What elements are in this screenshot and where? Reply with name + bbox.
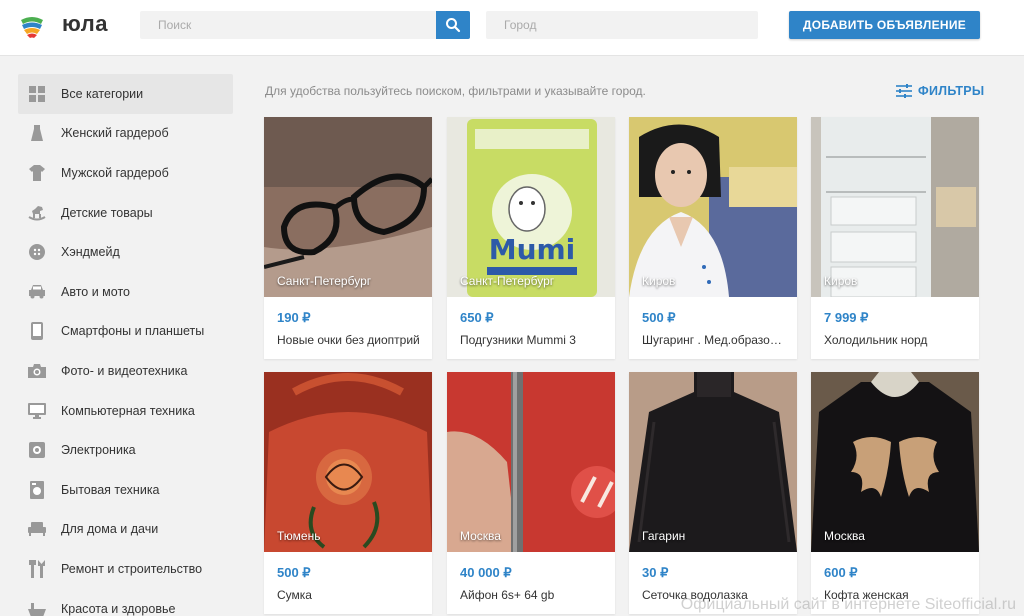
category-handmade[interactable]: Хэндмейд bbox=[18, 232, 233, 272]
logo-text[interactable]: юла bbox=[62, 11, 108, 37]
category-label: Электроника bbox=[61, 443, 136, 458]
search-bar bbox=[140, 11, 470, 39]
listing-city: Киров bbox=[824, 274, 858, 288]
logo-icon[interactable] bbox=[18, 11, 46, 39]
listing-price: 650 ₽ bbox=[460, 310, 494, 325]
monitor-icon bbox=[28, 402, 46, 420]
listing-price: 500 ₽ bbox=[642, 310, 676, 325]
rocking-horse-icon bbox=[28, 204, 46, 222]
top-header: юла ДОБАВИТЬ ОБЪЯВЛЕНИЕ bbox=[0, 0, 1024, 56]
grid-icon bbox=[28, 85, 46, 103]
listing-card[interactable]: Киров 500 ₽ Шугаринг . Мед.образование bbox=[629, 117, 797, 359]
listing-card[interactable]: Москва 600 ₽ Кофта женская bbox=[811, 372, 979, 614]
listing-price: 40 000 ₽ bbox=[460, 565, 512, 580]
category-kids[interactable]: Детские товары bbox=[18, 193, 233, 233]
beauty-icon bbox=[28, 600, 46, 616]
listing-photo bbox=[629, 372, 797, 552]
sofa-icon bbox=[28, 520, 46, 538]
listing-photo bbox=[811, 117, 979, 297]
listing-title: Новые очки без диоптрий bbox=[277, 333, 420, 347]
listing-title: Шугаринг . Мед.образование bbox=[642, 333, 788, 347]
listing-photo bbox=[629, 117, 797, 297]
category-womens-wardrobe[interactable]: Женский гардероб bbox=[18, 114, 233, 154]
listing-title: Холодильник норд bbox=[824, 333, 928, 347]
category-label: Смартфоны и планшеты bbox=[61, 324, 205, 339]
category-all[interactable]: Все категории bbox=[18, 74, 233, 114]
category-beauty[interactable]: Красота и здоровье bbox=[18, 589, 233, 616]
smartphone-icon bbox=[28, 322, 46, 341]
category-label: Женский гардероб bbox=[61, 126, 169, 141]
listing-photo bbox=[811, 372, 979, 552]
listing-city: Гагарин bbox=[642, 529, 686, 543]
svg-text:Mumi: Mumi bbox=[489, 233, 576, 266]
category-label: Красота и здоровье bbox=[61, 601, 176, 616]
category-repair[interactable]: Ремонт и строительство bbox=[18, 549, 233, 589]
listing-photo bbox=[264, 372, 432, 552]
category-computers[interactable]: Компьютерная техника bbox=[18, 391, 233, 431]
category-label: Детские товары bbox=[61, 205, 153, 220]
filters-label: ФИЛЬТРЫ bbox=[918, 84, 985, 98]
listing-card[interactable]: Москва 40 000 ₽ Айфон 6s+ 64 gb bbox=[447, 372, 615, 614]
filters-button[interactable]: ФИЛЬТРЫ bbox=[896, 84, 984, 98]
search-icon bbox=[446, 18, 461, 33]
search-input[interactable] bbox=[140, 11, 436, 39]
listing-city: Санкт-Петербург bbox=[277, 274, 372, 288]
category-label: Компьютерная техника bbox=[61, 403, 195, 418]
dress-icon bbox=[28, 124, 46, 142]
listing-city: Москва bbox=[824, 529, 865, 543]
listing-city: Москва bbox=[460, 529, 501, 543]
category-smartphones[interactable]: Смартфоны и планшеты bbox=[18, 312, 233, 352]
category-appliances[interactable]: Бытовая техника bbox=[18, 470, 233, 510]
listing-card[interactable]: Киров 7 999 ₽ Холодильник норд bbox=[811, 117, 979, 359]
add-listing-button[interactable]: ДОБАВИТЬ ОБЪЯВЛЕНИЕ bbox=[789, 11, 980, 39]
speaker-icon bbox=[28, 441, 46, 459]
camera-icon bbox=[28, 362, 46, 380]
listing-city: Тюмень bbox=[277, 529, 321, 543]
category-mens-wardrobe[interactable]: Мужской гардероб bbox=[18, 153, 233, 193]
listing-title: Подгузники Mummi 3 bbox=[460, 333, 576, 347]
listing-card[interactable]: Mumi Санкт-Петербург 650 ₽ Подгузники Mu… bbox=[447, 117, 615, 359]
category-label: Для дома и дачи bbox=[61, 522, 159, 537]
category-auto[interactable]: Авто и мото bbox=[18, 272, 233, 312]
listing-price: 7 999 ₽ bbox=[824, 310, 869, 325]
category-label: Мужской гардероб bbox=[61, 165, 169, 180]
city-input[interactable] bbox=[486, 11, 758, 39]
listing-price: 500 ₽ bbox=[277, 565, 311, 580]
category-electronics[interactable]: Электроника bbox=[18, 430, 233, 470]
watermark: Официальный сайт в интернете Siteofficia… bbox=[680, 596, 1016, 613]
category-label: Все категории bbox=[61, 86, 144, 101]
listing-photo bbox=[264, 117, 432, 297]
category-label: Хэндмейд bbox=[61, 245, 120, 260]
button-icon bbox=[28, 243, 46, 261]
search-hint: Для удобства пользуйтесь поиском, фильтр… bbox=[265, 84, 646, 98]
listing-city: Санкт-Петербург bbox=[460, 274, 555, 288]
listing-city: Киров bbox=[642, 274, 676, 288]
category-label: Авто и мото bbox=[61, 284, 130, 299]
listing-card[interactable]: Тюмень 500 ₽ Сумка bbox=[264, 372, 432, 614]
listing-price: 30 ₽ bbox=[642, 565, 669, 580]
washing-machine-icon bbox=[28, 480, 46, 499]
filters-icon bbox=[896, 84, 912, 98]
listing-price: 600 ₽ bbox=[824, 565, 858, 580]
category-label: Бытовая техника bbox=[61, 482, 160, 497]
listing-card[interactable]: Гагарин 30 ₽ Сеточка водолазка bbox=[629, 372, 797, 614]
listing-price: 190 ₽ bbox=[277, 310, 311, 325]
category-sidebar: Все категории Женский гардероб Мужской г… bbox=[18, 74, 233, 616]
tools-icon bbox=[28, 559, 46, 578]
category-home-garden[interactable]: Для дома и дачи bbox=[18, 510, 233, 550]
listing-photo bbox=[447, 372, 615, 552]
category-label: Фото- и видеотехника bbox=[61, 363, 188, 378]
city-field bbox=[486, 11, 758, 39]
search-button[interactable] bbox=[436, 11, 470, 39]
car-icon bbox=[28, 283, 46, 301]
category-label: Ремонт и строительство bbox=[61, 561, 203, 576]
listing-title: Айфон 6s+ 64 gb bbox=[460, 588, 555, 602]
listing-photo: Mumi bbox=[447, 117, 615, 297]
shirt-icon bbox=[28, 164, 46, 182]
category-photo-video[interactable]: Фото- и видеотехника bbox=[18, 351, 233, 391]
listing-title: Сумка bbox=[277, 588, 312, 602]
listing-card[interactable]: Санкт-Петербург 190 ₽ Новые очки без дио… bbox=[264, 117, 432, 359]
